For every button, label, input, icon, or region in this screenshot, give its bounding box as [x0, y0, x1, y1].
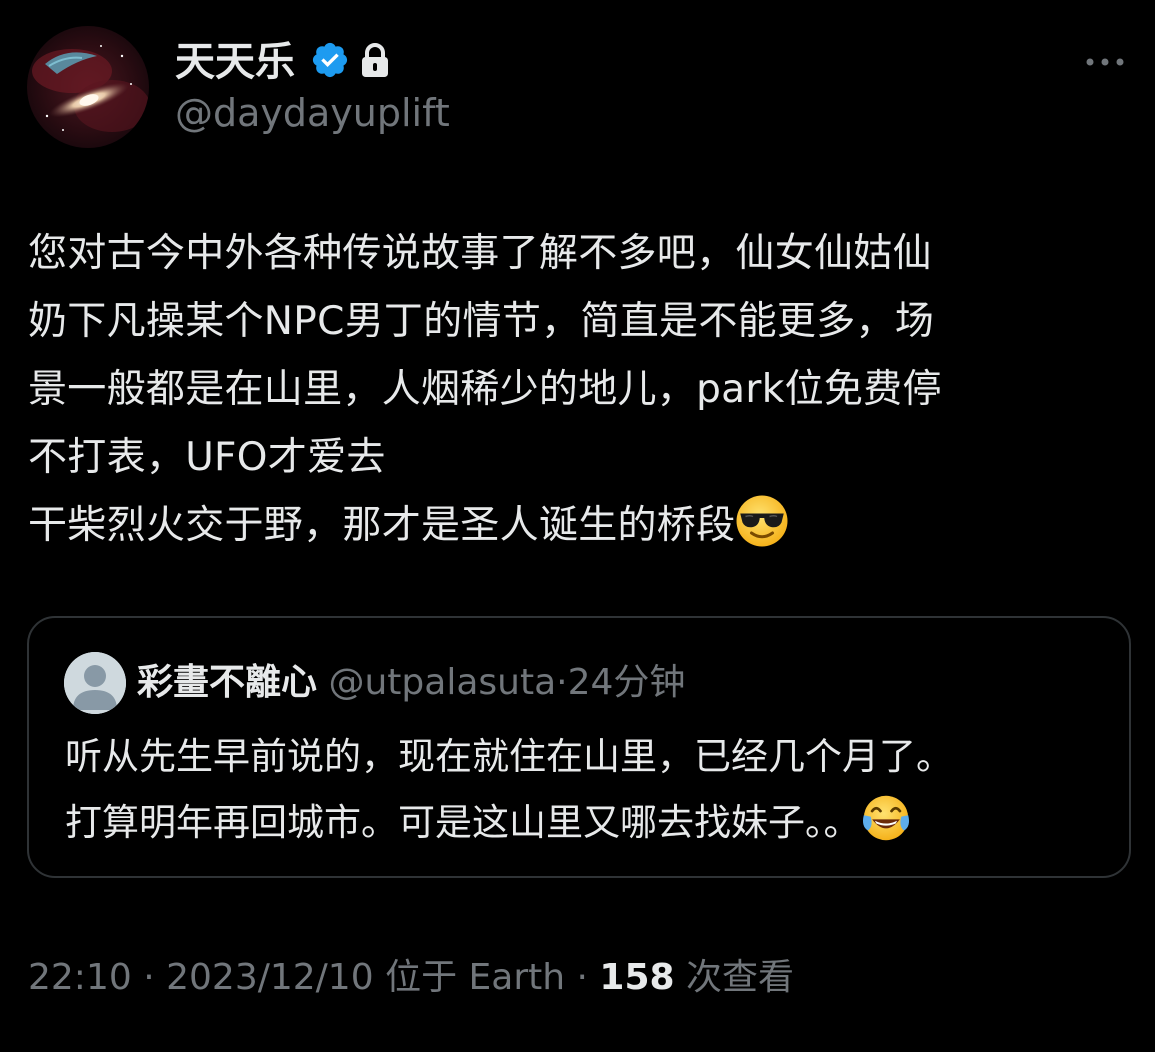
verified-badge-icon[interactable] [310, 40, 350, 80]
quoted-tweet-card[interactable]: 彩畫不離心 @utpalasuta·24分钟 听从先生早前说的，现在就住在山里，… [27, 616, 1131, 878]
tweet-text-line: 不打表，UFO才爱去 [28, 435, 386, 480]
quote-text-line-last: 打算明年再回城市。可是这山里又哪去找妹子。。 [65, 790, 1105, 856]
tweet-meta: 22:10 · 2023/12/10 位于 Earth · 158 次查看 [28, 952, 794, 1004]
quote-header: 彩畫不離心 @utpalasuta·24分钟 [137, 660, 685, 706]
tweet-text-line: 奶下凡操某个NPC男丁的情节，简直是不能更多，场 [28, 299, 935, 344]
face-with-tears-of-joy-emoji [862, 795, 909, 841]
meta-separator: · [576, 957, 588, 998]
tweet-time[interactable]: 22:10 [28, 957, 132, 998]
quote-timestamp[interactable]: 24分钟 [568, 662, 686, 703]
views-count[interactable]: 158 [599, 957, 674, 998]
meta-separator: · [143, 957, 155, 998]
quote-author-name[interactable]: 彩畫不離心 [137, 662, 317, 703]
quote-author-handle[interactable]: @utpalasuta [328, 662, 556, 703]
smiling-face-with-sunglasses-emoji [736, 495, 788, 547]
quote-text-line-content: 打算明年再回城市。可是这山里又哪去找妹子。。 [65, 801, 861, 844]
tweet-text-line-last: 干柴烈火交于野，那才是圣人诞生的桥段 [28, 492, 1138, 560]
author-handle[interactable]: @daydayuplift [175, 90, 450, 136]
lock-icon [362, 43, 388, 77]
tweet-text-line: 景一般都是在山里，人烟稀少的地儿，park位免费停 [28, 367, 942, 412]
views-label: 次查看 [686, 957, 795, 998]
tweet-text: 您对古今中外各种传说故事了解不多吧，仙女仙姑仙 奶下凡操某个NPC男丁的情节，简… [28, 220, 1138, 560]
more-dots-icon[interactable] [1080, 44, 1130, 80]
tweet-date[interactable]: 2023/12/10 [166, 957, 374, 998]
tweet-text-line: 您对古今中外各种传说故事了解不多吧，仙女仙姑仙 [28, 231, 932, 276]
default-avatar-icon [64, 652, 126, 714]
tweet-location: 位于 Earth [385, 957, 566, 998]
tweet-text-line-content: 干柴烈火交于野，那才是圣人诞生的桥段 [28, 503, 736, 548]
galaxy-avatar [27, 26, 149, 148]
quote-text: 听从先生早前说的，现在就住在山里，已经几个月了。 打算明年再回城市。可是这山里又… [65, 724, 1105, 856]
author-display-name[interactable]: 天天乐 [175, 38, 295, 86]
quote-text-line: 听从先生早前说的，现在就住在山里，已经几个月了。 [65, 735, 953, 778]
quote-separator: · [556, 662, 568, 703]
quote-author-avatar[interactable] [64, 652, 126, 714]
author-avatar[interactable] [27, 26, 149, 148]
